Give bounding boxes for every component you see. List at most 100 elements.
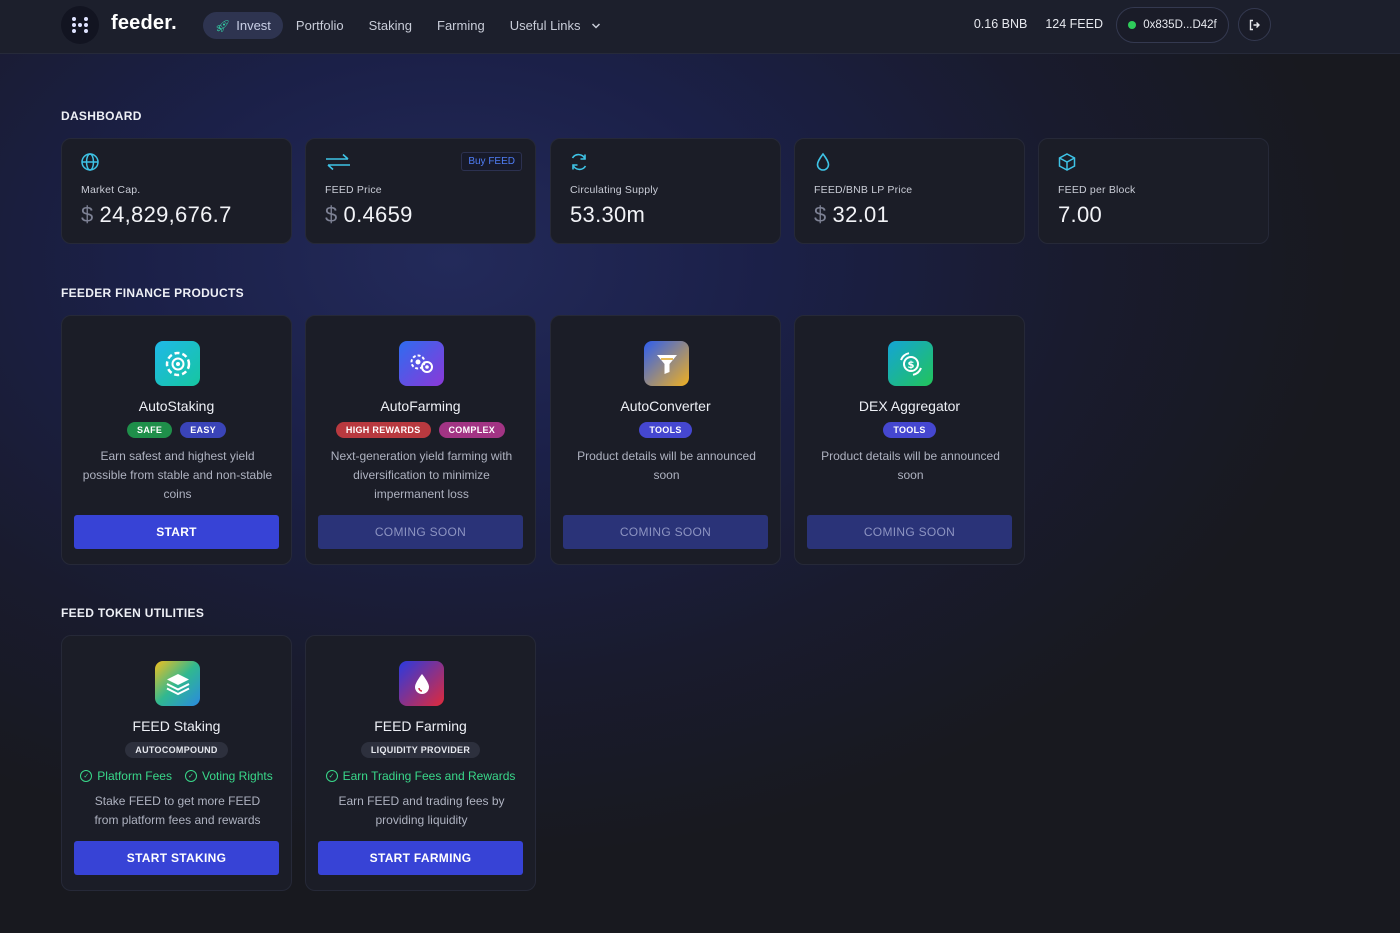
- stat-card-market-cap: Market Cap. $24,829,676.7: [61, 138, 292, 244]
- product-description: Product details will be announced soon: [821, 449, 1000, 482]
- wallet-address: 0x835D...D42f: [1143, 19, 1217, 31]
- product-name: DEX Aggregator: [858, 398, 961, 414]
- tag-tools: TOOLS: [883, 422, 936, 438]
- autofarming-icon: [399, 341, 444, 386]
- utility-benefits: ✓ Platform Fees ✓ Voting Rights: [62, 769, 291, 783]
- logout-icon: [1249, 19, 1260, 30]
- nav-item-label: Farming: [437, 18, 485, 33]
- product-card-autofarming: AutoFarming HIGH REWARDS COMPLEX Next-ge…: [305, 315, 536, 565]
- product-tags: TOOLS: [551, 422, 780, 438]
- wallet-status-dot: [1128, 21, 1137, 29]
- coming-soon-button[interactable]: COMING SOON: [318, 515, 523, 549]
- start-farming-button[interactable]: START FARMING: [318, 841, 523, 875]
- tag-easy: EASY: [180, 422, 226, 438]
- cube-icon: [1058, 153, 1076, 171]
- droplet-icon: [816, 152, 830, 171]
- benefit-item: ✓ Platform Fees: [80, 769, 172, 783]
- product-card-autostaking: AutoStaking SAFE EASY Earn safest and hi…: [61, 315, 292, 565]
- stat-label: FEED/BNB LP Price: [814, 184, 913, 196]
- utility-tags: AUTOCOMPOUND: [62, 742, 291, 758]
- utility-name: FEED Farming: [374, 718, 467, 734]
- dollar-exchange-icon: $: [888, 341, 933, 386]
- product-card-dex-aggregator: $ DEX Aggregator TOOLS Product details w…: [794, 315, 1025, 565]
- drop-icon: [399, 661, 444, 706]
- stat-card-feed-per-block: FEED per Block 7.00: [1038, 138, 1269, 244]
- nav-item-invest[interactable]: 🚀︎ Invest: [203, 12, 283, 39]
- buy-feed-button[interactable]: Buy FEED: [461, 152, 522, 171]
- stat-value: 53.30m: [570, 202, 646, 227]
- swap-arrows-icon: [326, 153, 350, 171]
- product-description: Next-generation yield farming with diver…: [330, 449, 513, 501]
- product-card-autoconverter: AutoConverter TOOLS Product details will…: [550, 315, 781, 565]
- coming-soon-button[interactable]: COMING SOON: [563, 515, 768, 549]
- product-name: AutoConverter: [620, 398, 711, 414]
- tag-high-rewards: HIGH REWARDS: [335, 422, 431, 438]
- utility-description: Stake FEED to get more FEED from platfor…: [94, 794, 261, 827]
- nav-item-useful-links[interactable]: Useful Links: [498, 12, 613, 39]
- product-tags: TOOLS: [795, 422, 1024, 438]
- stat-label: FEED Price: [325, 184, 382, 196]
- rocket-icon: 🚀︎: [215, 18, 231, 33]
- refresh-icon: [571, 153, 587, 171]
- check-circle-icon: ✓: [184, 770, 197, 782]
- logout-button[interactable]: [1238, 8, 1271, 41]
- utility-name: FEED Staking: [132, 718, 221, 734]
- tag-liquidity-provider: LIQUIDITY PROVIDER: [360, 742, 481, 758]
- product-name: AutoFarming: [380, 398, 461, 414]
- utility-description: Earn FEED and trading fees by providing …: [338, 794, 505, 827]
- globe-icon: [81, 153, 99, 171]
- nav-item-portfolio[interactable]: Portfolio: [284, 12, 356, 39]
- check-circle-icon: ✓: [80, 770, 93, 782]
- feeder-logo-icon[interactable]: [61, 6, 99, 44]
- stat-label: Circulating Supply: [570, 184, 659, 196]
- bnb-balance: 0.16 BNB: [973, 17, 1028, 31]
- autostaking-icon: [155, 341, 200, 386]
- brand-name[interactable]: feeder.: [111, 12, 177, 35]
- products-title: FEEDER FINANCE PRODUCTS: [61, 286, 244, 300]
- nav-item-label: Invest: [236, 18, 271, 33]
- funnel-icon: [644, 341, 689, 386]
- product-tags: SAFE EASY: [62, 422, 291, 438]
- chevron-down-icon: [591, 22, 600, 29]
- coming-soon-button[interactable]: COMING SOON: [807, 515, 1012, 549]
- layers-icon: [155, 661, 200, 706]
- product-tags: HIGH REWARDS COMPLEX: [306, 422, 535, 438]
- svg-text:$: $: [907, 360, 914, 371]
- tag-complex: COMPLEX: [438, 422, 506, 438]
- stat-card-circulating-supply: Circulating Supply 53.30m: [550, 138, 781, 244]
- start-button[interactable]: START: [74, 515, 279, 549]
- check-circle-icon: ✓: [325, 770, 338, 782]
- dashboard-title: DASHBOARD: [61, 109, 142, 123]
- nav-item-label: Useful Links: [509, 18, 581, 33]
- benefit-item: ✓ Earn Trading Fees and Rewards: [325, 769, 515, 783]
- nav-item-staking[interactable]: Staking: [357, 12, 424, 39]
- product-name: AutoStaking: [138, 398, 215, 414]
- stat-card-feed-price: Buy FEED FEED Price $0.4659: [305, 138, 536, 244]
- nav-item-farming[interactable]: Farming: [425, 12, 497, 39]
- main-nav: 🚀︎ Invest Portfolio Staking Farming Usef…: [203, 12, 614, 39]
- product-description: Earn safest and highest yield possible f…: [82, 449, 273, 501]
- stat-label: FEED per Block: [1058, 184, 1136, 196]
- stat-value: 7.00: [1058, 202, 1103, 227]
- utility-benefits: ✓ Earn Trading Fees and Rewards: [306, 769, 535, 783]
- tag-tools: TOOLS: [639, 422, 692, 438]
- utility-card-feed-farming: FEED Farming LIQUIDITY PROVIDER ✓ Earn Tr…: [305, 635, 536, 891]
- top-navbar: feeder. 🚀︎ Invest Portfolio Staking Farm…: [0, 0, 1400, 54]
- benefit-item: ✓ Voting Rights: [184, 769, 273, 783]
- tag-safe: SAFE: [127, 422, 173, 438]
- stat-value: $0.4659: [325, 202, 413, 227]
- tag-autocompound: AUTOCOMPOUND: [125, 742, 228, 758]
- start-staking-button[interactable]: START STAKING: [74, 841, 279, 875]
- stat-card-lp-price: FEED/BNB LP Price $32.01: [794, 138, 1025, 244]
- product-description: Product details will be announced soon: [577, 449, 756, 482]
- feed-balance: 124 FEED: [1045, 17, 1103, 31]
- balance-stats: 0.16 BNB 124 FEED: [974, 17, 1103, 31]
- stat-label: Market Cap.: [81, 184, 141, 196]
- nav-item-label: Staking: [368, 18, 412, 33]
- wallet-button[interactable]: 0x835D...D42f: [1116, 7, 1229, 43]
- nav-item-label: Portfolio: [295, 18, 344, 33]
- utility-tags: LIQUIDITY PROVIDER: [306, 742, 535, 758]
- utilities-title: FEED TOKEN UTILITIES: [61, 606, 205, 620]
- stat-value: $32.01: [814, 202, 890, 227]
- utility-card-feed-staking: FEED Staking AUTOCOMPOUND ✓ Platform Fees…: [61, 635, 292, 891]
